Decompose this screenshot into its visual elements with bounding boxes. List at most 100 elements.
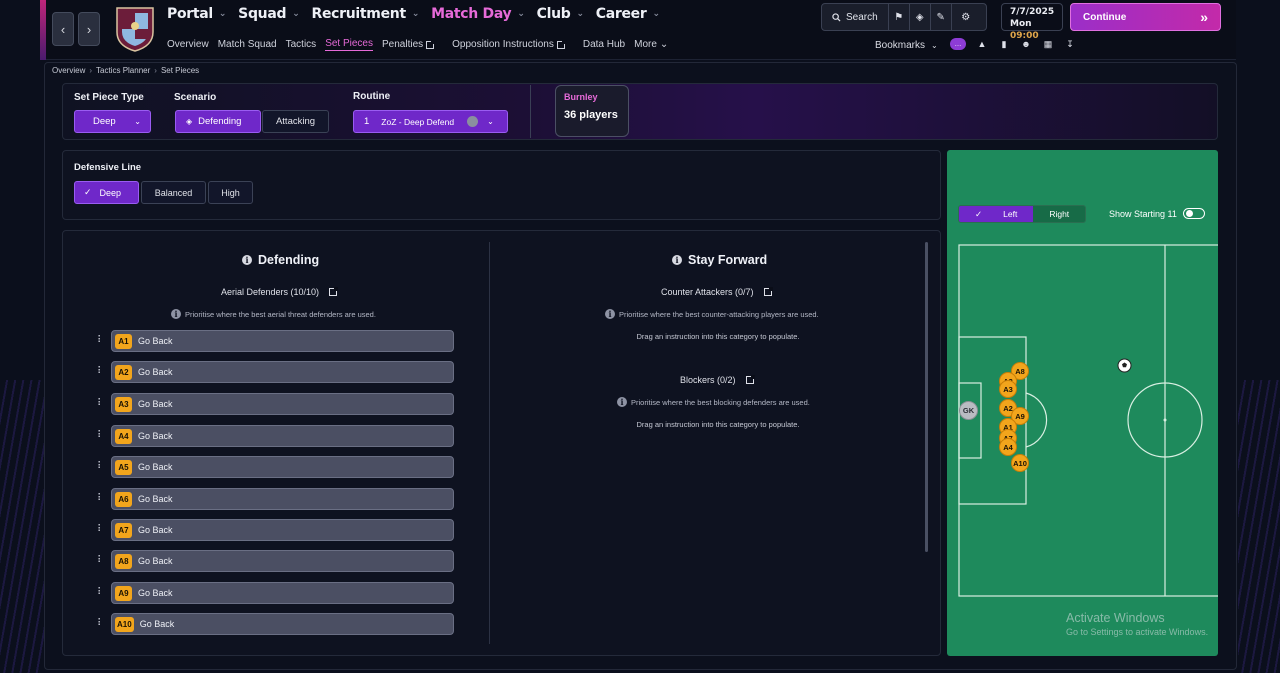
instruction-bar[interactable]: A5 Go Back — [111, 456, 454, 478]
instruction-bar[interactable]: A8 Go Back — [111, 550, 454, 572]
defensive-line-deep-button[interactable]: ✓ Deep — [74, 181, 139, 204]
instruction-row[interactable]: ⠇ A1 Go Back — [97, 330, 454, 352]
side-left-label: Left — [1003, 209, 1018, 219]
routine-select[interactable]: 1 ZoZ - Deep Defend ⌄ — [353, 110, 508, 133]
external-link-icon[interactable] — [745, 375, 755, 384]
instruction-row[interactable]: ⠇ A7 Go Back — [97, 519, 454, 541]
team-player-count: 36 players — [564, 109, 618, 121]
instruction-bar[interactable]: A9 Go Back — [111, 582, 454, 604]
defending-heading: i Defending — [242, 253, 319, 267]
settings-button[interactable]: ⚙ — [952, 4, 980, 30]
blockers-drop-zone[interactable]: Drag an instruction into this category t… — [628, 419, 808, 430]
instruction-row[interactable]: ⠇ A9 Go Back — [97, 582, 454, 604]
subnav-data-hub[interactable]: Data Hub — [583, 39, 625, 50]
defensive-line-balanced-button[interactable]: Balanced — [141, 181, 206, 204]
drag-handle-icon[interactable]: ⠇ — [97, 431, 111, 441]
club-crest-icon[interactable] — [114, 4, 156, 52]
inbox-button[interactable]: ⚑ — [889, 4, 910, 30]
counter-drop-zone[interactable]: Drag an instruction into this category t… — [628, 331, 808, 342]
info-icon[interactable]: i — [672, 255, 682, 265]
subnav-opposition-instructions[interactable]: Opposition Instructions — [452, 39, 574, 50]
instruction-row[interactable]: ⠇ A2 Go Back — [97, 361, 454, 383]
drag-handle-icon[interactable]: ⠇ — [97, 494, 111, 504]
subnav-set-pieces[interactable]: Set Pieces — [325, 38, 373, 51]
instruction-row[interactable]: ⠇ A10 Go Back — [97, 613, 454, 635]
subnav-label: Overview — [167, 39, 209, 50]
scenario-attacking-button[interactable]: Attacking — [262, 110, 329, 133]
aerial-defenders-heading: Aerial Defenders (10/10) — [221, 287, 339, 297]
subnav-penalties[interactable]: Penalties — [382, 39, 443, 50]
instruction-row[interactable]: ⠇ A8 Go Back — [97, 550, 454, 572]
defensive-line-high-button[interactable]: High — [208, 181, 253, 204]
team-card[interactable]: Burnley 36 players — [555, 85, 629, 137]
instruction-bar[interactable]: A3 Go Back — [111, 393, 454, 415]
instruction-bar[interactable]: A10 Go Back — [111, 613, 454, 635]
drag-handle-icon[interactable]: ⠇ — [97, 399, 111, 409]
back-button[interactable]: ‹ — [52, 12, 74, 46]
toggle-switch[interactable] — [1182, 208, 1205, 219]
instruction-row[interactable]: ⠇ A6 Go Back — [97, 488, 454, 510]
external-link-icon[interactable] — [763, 287, 773, 296]
instruction-row[interactable]: ⠇ A3 Go Back — [97, 393, 454, 415]
drag-handle-icon[interactable]: ⠇ — [97, 462, 111, 472]
notes-button[interactable]: ✎ — [931, 4, 952, 30]
set-piece-type-select[interactable]: Deep ⌄ — [74, 110, 151, 133]
info-icon[interactable]: i — [242, 255, 252, 265]
nav-item-recruitment[interactable]: Recruitment ⌄ — [311, 6, 419, 22]
nav-item-portal[interactable]: Portal ⌄ — [167, 6, 226, 22]
nav-item-career[interactable]: Career ⌄ — [596, 6, 660, 22]
side-right-button[interactable]: Right — [1033, 206, 1086, 222]
instruction-bar[interactable]: A1 Go Back — [111, 330, 454, 352]
instruction-bar[interactable]: A6 Go Back — [111, 488, 454, 510]
scout-button[interactable]: ◈ — [910, 4, 931, 30]
divider — [530, 85, 531, 138]
nav-item-label: Career — [595, 6, 647, 22]
subnav-tactics[interactable]: Tactics — [286, 39, 317, 50]
clear-icon[interactable] — [467, 116, 479, 127]
subnav-match-squad[interactable]: Match Squad — [218, 39, 277, 50]
goalkeeper-marker[interactable]: GK — [959, 401, 978, 420]
instruction-bar[interactable]: A4 Go Back — [111, 425, 454, 447]
subnav-more[interactable]: More ⌄ — [634, 39, 668, 50]
subnav-overview[interactable]: Overview — [167, 39, 209, 50]
drag-handle-icon[interactable]: ⠇ — [97, 619, 111, 629]
continue-button[interactable]: Continue » — [1070, 3, 1221, 31]
scrollbar[interactable] — [925, 242, 928, 552]
player-marker[interactable]: A4 — [999, 438, 1017, 456]
nav-item-squad[interactable]: Squad ⌄ — [238, 6, 300, 22]
instruction-row[interactable]: ⠇ A5 Go Back — [97, 456, 454, 478]
chat-icon[interactable]: … — [950, 38, 966, 50]
download-icon[interactable]: ↧ — [1064, 38, 1076, 50]
drag-handle-icon[interactable]: ⠇ — [97, 336, 111, 346]
search-button[interactable]: Search — [822, 4, 889, 30]
external-link-icon[interactable] — [329, 287, 339, 296]
drag-handle-icon[interactable]: ⠇ — [97, 367, 111, 377]
instruction-row[interactable]: ⠇ A4 Go Back — [97, 425, 454, 447]
instruction-bar[interactable]: A2 Go Back — [111, 361, 454, 383]
breadcrumb-item[interactable]: Overview — [52, 66, 85, 75]
forward-button[interactable]: › — [78, 12, 100, 46]
breadcrumb-item[interactable]: Tactics Planner — [96, 66, 150, 75]
instruction-bar[interactable]: A7 Go Back — [111, 519, 454, 541]
drag-handle-icon[interactable]: ⠇ — [97, 588, 111, 598]
show-starting-toggle[interactable]: Show Starting 11 — [1109, 208, 1205, 219]
instruction-text: Go Back — [138, 525, 173, 535]
external-link-icon — [556, 39, 566, 49]
calendar-icon[interactable]: ▦ — [1042, 38, 1054, 50]
nav-item-club[interactable]: Club ⌄ — [537, 6, 584, 22]
nav-item-match-day[interactable]: Match Day ⌄ — [431, 6, 525, 22]
scenario-defending-button[interactable]: ◈ Defending — [175, 110, 261, 133]
kit-icon[interactable]: ▲ — [976, 38, 988, 50]
bookmarks-dropdown[interactable]: Bookmarks ⌄ — [875, 40, 938, 51]
subnav-label: Opposition Instructions — [452, 39, 554, 50]
background-pattern — [0, 380, 44, 673]
player-marker[interactable]: A10 — [1011, 454, 1029, 472]
drag-handle-icon[interactable]: ⠇ — [97, 525, 111, 535]
counter-hint-text: Prioritise where the best counter-attack… — [619, 309, 819, 319]
face-icon[interactable]: ☻ — [1020, 38, 1032, 50]
phone-icon[interactable]: ▮ — [998, 38, 1010, 50]
side-left-button[interactable]: ✓ Left — [959, 206, 1034, 222]
player-marker[interactable]: A3 — [999, 380, 1017, 398]
chevron-right-icon: › — [86, 21, 92, 37]
drag-handle-icon[interactable]: ⠇ — [97, 556, 111, 566]
